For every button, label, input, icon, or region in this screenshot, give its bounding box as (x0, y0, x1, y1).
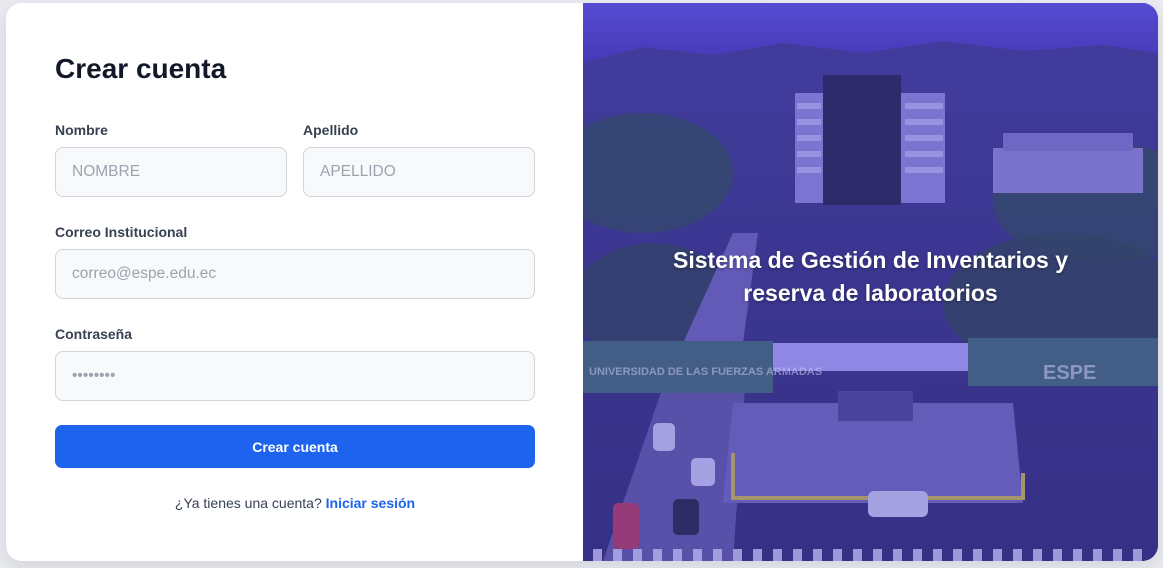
email-field[interactable] (55, 249, 535, 299)
apellido-label: Apellido (303, 122, 359, 138)
hero-line-1: Sistema de Gestión de Inventarios y (673, 247, 1068, 273)
create-account-button[interactable]: Crear cuenta (55, 425, 535, 468)
hero-heading: Sistema de Gestión de Inventarios y rese… (583, 244, 1158, 310)
campus-hero-image: UNIVERSIDAD DE LAS FUERZAS ARMADAS ESPE … (583, 3, 1158, 561)
sign-right-text: ESPE (1043, 362, 1096, 384)
signin-prompt: ¿Ya tienes una cuenta? (174, 495, 322, 511)
signup-form-panel: Crear cuenta Nombre Apellido Correo Inst… (6, 3, 583, 561)
password-field[interactable] (55, 351, 535, 401)
hero-line-2: reserva de laboratorios (743, 280, 998, 306)
page-title: Crear cuenta (55, 53, 227, 84)
contrasena-label: Contraseña (55, 326, 133, 342)
sign-left-text: UNIVERSIDAD DE LAS FUERZAS ARMADAS (589, 366, 822, 378)
signup-card: Crear cuenta Nombre Apellido Correo Inst… (6, 3, 1158, 561)
nombre-label: Nombre (55, 122, 108, 138)
signin-row: ¿Ya tienes una cuenta? Iniciar sesión (55, 495, 535, 511)
signin-link[interactable]: Iniciar sesión (326, 495, 415, 511)
correo-label: Correo Institucional (55, 224, 188, 240)
apellido-input[interactable] (303, 147, 535, 197)
nombre-input[interactable] (55, 147, 287, 197)
